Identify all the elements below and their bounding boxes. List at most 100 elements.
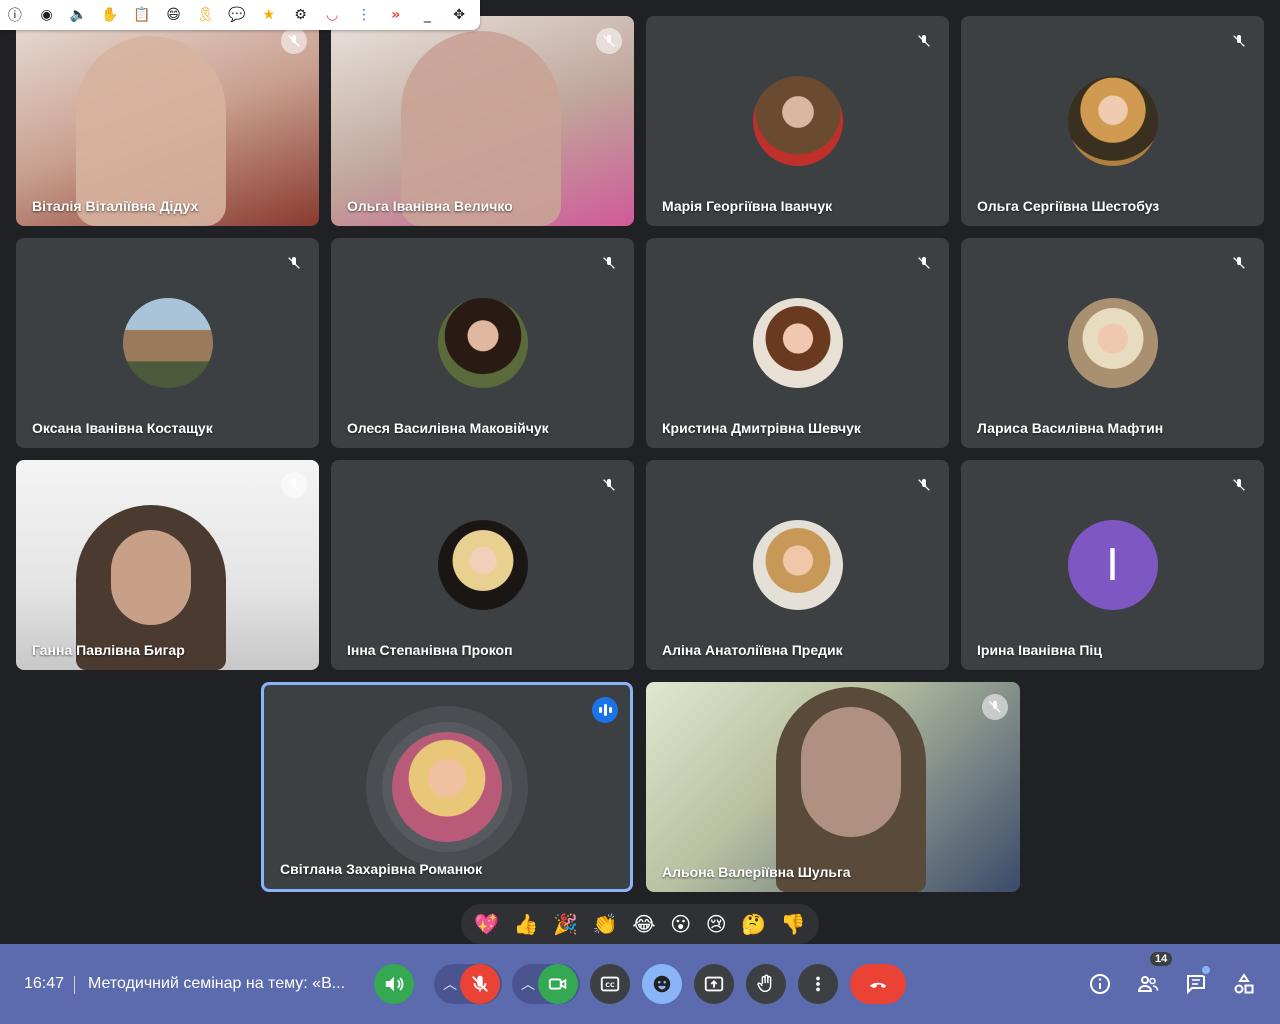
participant-tile[interactable]: Олеся Василівна Маковійчук: [331, 238, 634, 448]
star-icon[interactable]: ★: [258, 4, 280, 26]
avatar: [752, 520, 843, 610]
mic-off-icon: [472, 975, 488, 992]
participant-tile[interactable]: Кристина Дмитрівна Шевчук: [646, 238, 949, 448]
more-options-button[interactable]: [798, 964, 838, 1004]
mic-off-icon: [982, 694, 1008, 720]
speaker-button[interactable]: [374, 964, 414, 1004]
mic-off-icon: [1226, 28, 1252, 54]
mic-off-icon: [1226, 472, 1252, 498]
call-controls-bar: 16:47 Методичний семінар на тему: «В... …: [0, 944, 1280, 1024]
camera-toggle-button[interactable]: [538, 964, 578, 1004]
eye-icon[interactable]: ◉: [36, 4, 58, 26]
thumbs-up-reaction[interactable]: 👍: [514, 912, 539, 936]
meeting-time: 16:47: [24, 975, 65, 992]
participant-name: Аліна Анатоліївна Предик: [662, 642, 843, 658]
mic-off-icon: [911, 250, 937, 276]
move-icon[interactable]: ✥: [448, 4, 470, 26]
avatar: [752, 298, 843, 388]
leave-call-button[interactable]: [850, 964, 906, 1004]
participant-tile[interactable]: Ольга Сергіївна Шестобуз: [961, 16, 1264, 226]
party-popper-reaction[interactable]: 🎉: [553, 912, 578, 936]
crying-reaction[interactable]: 😢: [706, 912, 727, 936]
smile-logo-icon[interactable]: ◡: [321, 4, 343, 26]
chat-bubble-icon[interactable]: 💬: [226, 4, 248, 26]
participant-name: Лариса Василівна Мафтин: [977, 420, 1164, 436]
participant-name: Ольга Сергіївна Шестобуз: [977, 198, 1160, 214]
participant-face: [801, 707, 901, 837]
avatar: [437, 520, 528, 610]
info-icon: [1090, 974, 1110, 994]
participant-tile[interactable]: Віталія Віталіївна Дідух: [16, 16, 319, 226]
emoji-icon: [653, 975, 671, 993]
participant-tile[interactable]: I Ірина Іванівна Піц: [961, 460, 1264, 670]
more-vert-icon[interactable]: ⋮: [353, 4, 375, 26]
participant-name: Марія Георгіївна Іванчук: [662, 198, 833, 214]
mic-off-icon: [911, 472, 937, 498]
minimize-icon[interactable]: _: [417, 4, 439, 26]
hand-icon[interactable]: ✋: [99, 4, 121, 26]
closed-captions-icon: CC: [600, 976, 620, 992]
avatar: [752, 76, 843, 166]
participant-tile[interactable]: Оксана Іванівна Костащук: [16, 238, 319, 448]
info-icon[interactable]: ⓘ: [4, 4, 26, 26]
more-vert-icon: [816, 976, 820, 992]
people-icon: [1137, 976, 1159, 992]
participant-face: [111, 530, 191, 625]
reactions-button[interactable]: [642, 964, 682, 1004]
present-screen-button[interactable]: [694, 964, 734, 1004]
thumbs-down-reaction[interactable]: 👎: [781, 912, 806, 936]
participant-name: Оксана Іванівна Костащук: [32, 420, 213, 436]
avatar: [437, 298, 528, 388]
participant-video: [401, 31, 561, 226]
mic-off-icon: [596, 472, 622, 498]
avatar: [122, 298, 213, 388]
mic-off-icon: [596, 28, 622, 54]
sparkling-heart-reaction[interactable]: 💖: [474, 912, 499, 936]
meeting-title: Методичний семінар на тему: «В...: [88, 975, 346, 992]
speaker-icon[interactable]: 🔈: [67, 4, 89, 26]
participant-tile[interactable]: Ольга Іванівна Величко: [331, 16, 634, 226]
raise-hand-button[interactable]: [746, 964, 786, 1004]
surprised-reaction[interactable]: 😮: [670, 912, 691, 936]
participant-name: Ірина Іванівна Піц: [977, 642, 1102, 658]
participant-tile[interactable]: Марія Георгіївна Іванчук: [646, 16, 949, 226]
present-icon: [704, 976, 724, 992]
participant-name: Олеся Василівна Маковійчук: [347, 420, 549, 436]
captions-button[interactable]: CC: [590, 964, 630, 1004]
clipboard-icon[interactable]: 📋: [131, 4, 153, 26]
thinking-reaction[interactable]: 🤔: [741, 912, 766, 936]
mic-off-icon: [596, 250, 622, 276]
participant-count-badge: 14: [1150, 952, 1173, 966]
participant-tile-speaking[interactable]: Світлана Захарівна Романюк: [261, 682, 633, 892]
activities-button[interactable]: [1230, 970, 1258, 998]
participant-tile[interactable]: Ганна Павлівна Бигар: [16, 460, 319, 670]
participant-tile[interactable]: Аліна Анатоліївна Предик: [646, 460, 949, 670]
participant-name: Альона Валеріївна Шульга: [662, 864, 851, 880]
avatar: [1067, 76, 1158, 166]
ribbon-icon[interactable]: 🎗: [194, 4, 216, 26]
laughing-reaction[interactable]: 😂: [632, 912, 655, 936]
extension-toolbar: ⓘ ◉ 🔈 ✋ 📋 😄 🎗 💬 ★ ⚙ ◡ ⋮ » _ ✥: [0, 0, 480, 30]
double-chevron-icon[interactable]: »: [385, 4, 407, 26]
mic-off-icon: [1226, 250, 1252, 276]
unread-dot: [1200, 964, 1212, 976]
avatar: I: [1067, 520, 1158, 610]
mic-toggle-button[interactable]: [460, 964, 500, 1004]
people-button[interactable]: [1134, 970, 1162, 998]
mic-off-icon: [281, 28, 307, 54]
participant-name: Ганна Павлівна Бигар: [32, 642, 185, 658]
emoji-icon[interactable]: 😄: [163, 4, 185, 26]
gear-icon[interactable]: ⚙: [290, 4, 312, 26]
participant-name: Світлана Захарівна Романюк: [280, 861, 483, 877]
participant-tile[interactable]: Інна Степанівна Прокоп: [331, 460, 634, 670]
clapping-reaction[interactable]: 👏: [593, 912, 618, 936]
participant-tile[interactable]: Альона Валеріївна Шульга: [646, 682, 1020, 892]
divider: [74, 976, 75, 994]
participant-name: Ольга Іванівна Величко: [347, 198, 513, 214]
participant-tile[interactable]: Лариса Василівна Мафтин: [961, 238, 1264, 448]
participant-name: Інна Степанівна Прокоп: [347, 642, 513, 658]
reactions-bar: 💖 👍 🎉 👏 😂 😮 😢 🤔 👎: [461, 904, 819, 944]
shapes-icon: [1234, 973, 1254, 994]
speaking-indicator-icon: [592, 697, 618, 723]
meeting-details-button[interactable]: [1086, 970, 1114, 998]
